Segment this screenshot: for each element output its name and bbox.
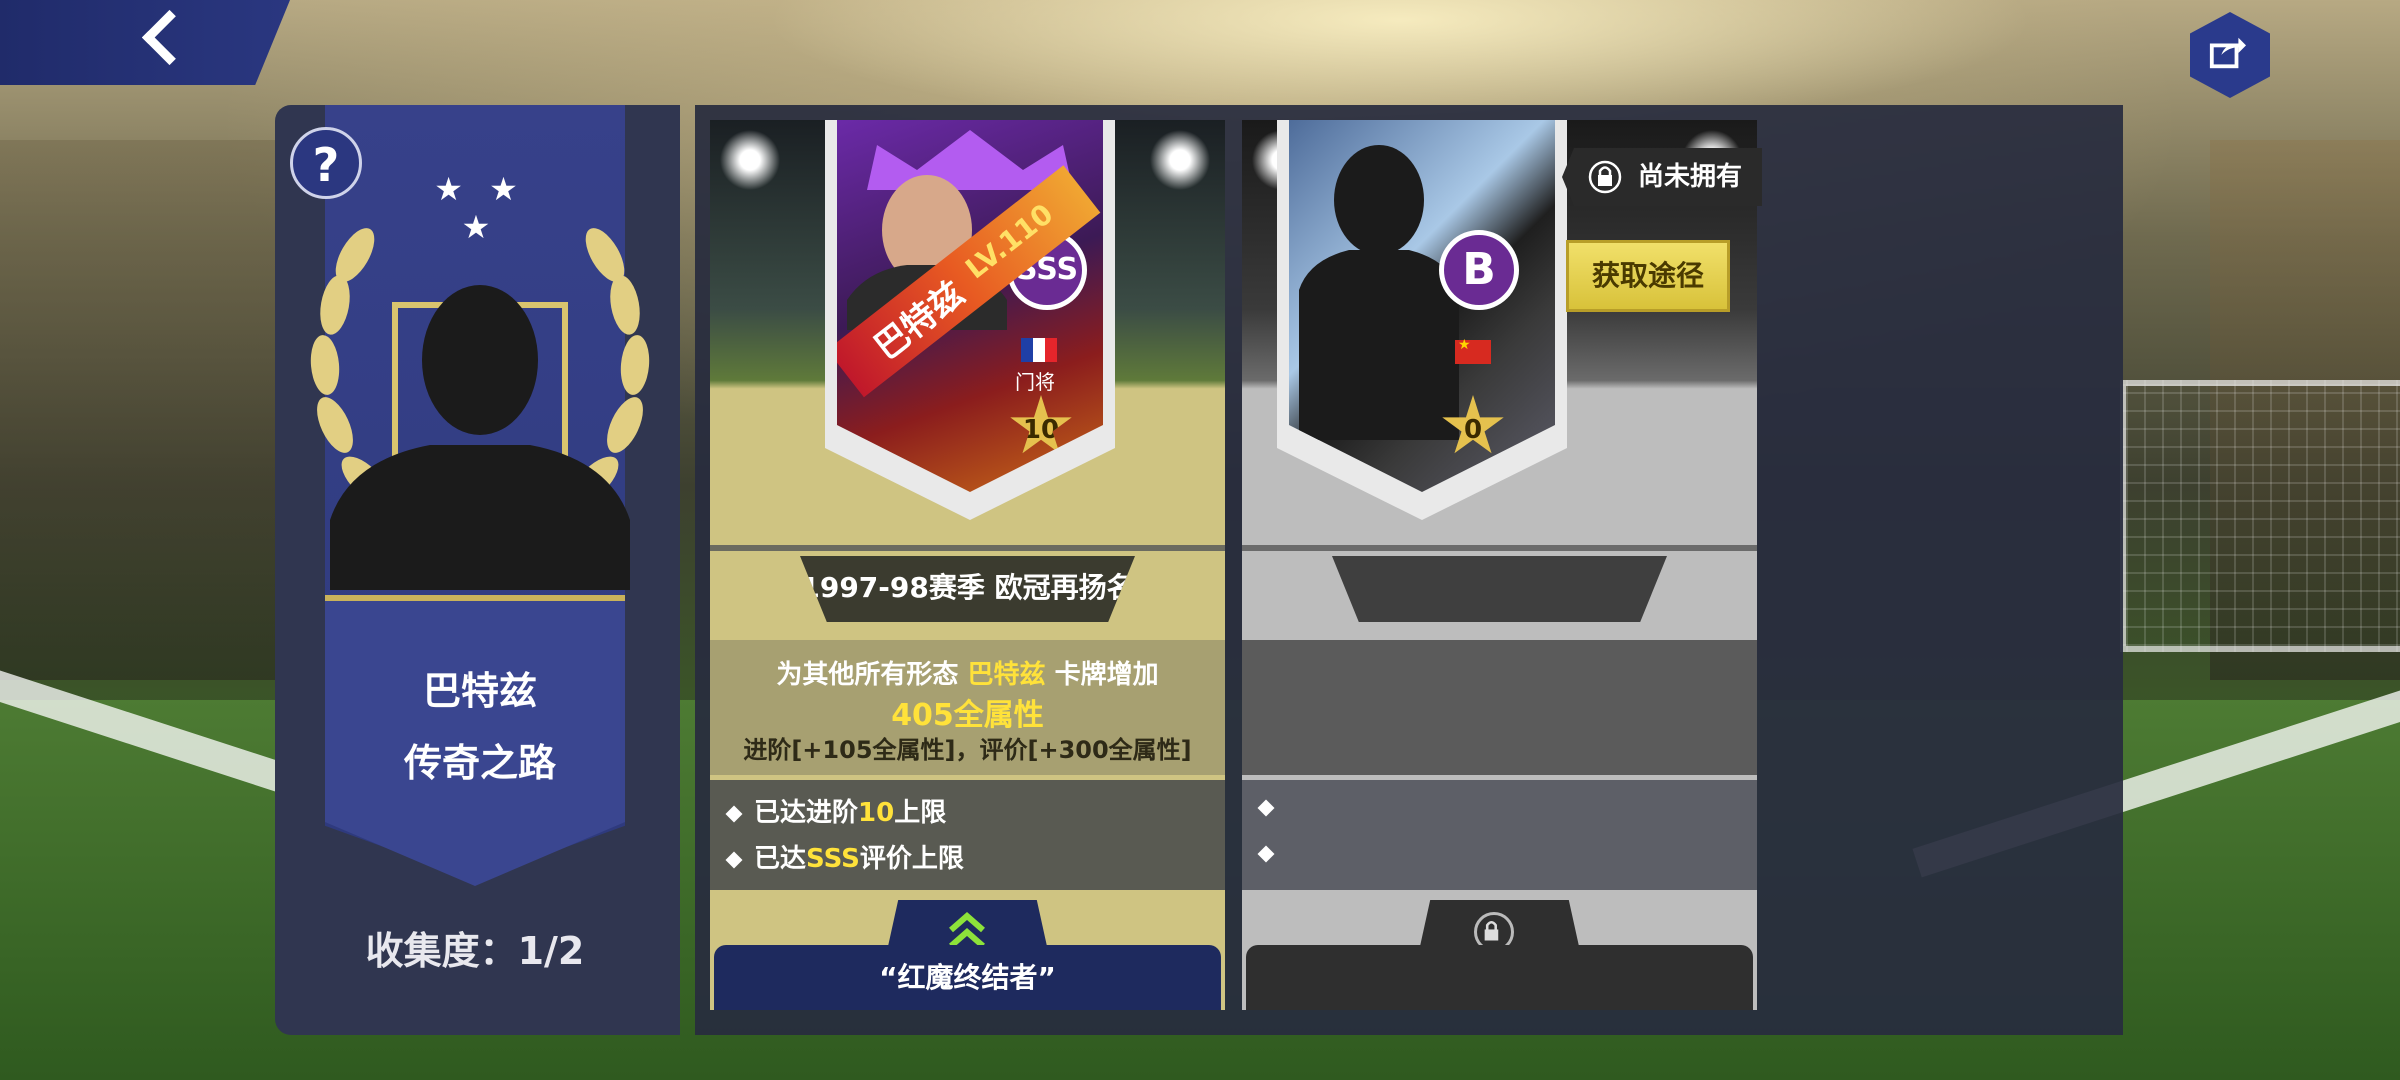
collection-progress: 收集度：1/2 bbox=[365, 929, 585, 973]
star-level-badge: 10 bbox=[1010, 395, 1072, 454]
player-card-art: SSS 巴特兹 LV.110 门将 10 bbox=[837, 120, 1103, 492]
bullet-icon bbox=[1257, 845, 1275, 862]
set-player-name: 巴特兹 bbox=[422, 669, 537, 713]
player-position: 门将 bbox=[1015, 370, 1055, 394]
crowd-left bbox=[0, 140, 290, 680]
help-button[interactable]: ? bbox=[290, 127, 362, 199]
get-path-button[interactable]: 获取途径 bbox=[1566, 240, 1730, 312]
season-title-empty bbox=[1332, 556, 1667, 622]
player-card[interactable]: SSS 巴特兹 LV.110 门将 10 bbox=[825, 120, 1115, 520]
locked-card-art: B 0 bbox=[1289, 120, 1555, 492]
back-arrow-icon bbox=[141, 9, 198, 66]
season-title: 1997-98赛季 欧冠再扬名 bbox=[800, 556, 1135, 622]
bullet-icon bbox=[725, 851, 743, 868]
bonus-suffix: 卡牌增加 bbox=[1054, 660, 1159, 690]
not-owned-label: 尚未拥有 bbox=[1562, 148, 1762, 206]
not-owned-text: 尚未拥有 bbox=[1638, 162, 1743, 192]
bullet-icon bbox=[725, 805, 743, 822]
conditions-list: 已达进阶10上限 已达SSS评价上限 bbox=[710, 780, 1225, 890]
condition-rating: 已达SSS评价上限 bbox=[725, 838, 964, 875]
divider bbox=[1242, 545, 1757, 551]
china-flag-icon bbox=[1455, 337, 1491, 364]
bonus-value: 405全属性 bbox=[891, 698, 1044, 733]
player-silhouette-icon bbox=[1299, 145, 1459, 440]
bullet-icon bbox=[1257, 799, 1275, 816]
condition-empty bbox=[1257, 792, 1286, 822]
goal-net bbox=[2120, 380, 2400, 652]
bonus-detail: 进阶[+105全属性]，评价[+300全属性] bbox=[743, 736, 1192, 764]
card-column-owned[interactable]: SSS 巴特兹 LV.110 门将 10 1997-98赛季 欧冠再扬名 为其他… bbox=[710, 120, 1225, 1010]
locked-player-card[interactable]: B 0 bbox=[1277, 120, 1567, 520]
back-button[interactable] bbox=[0, 0, 290, 85]
skill-title[interactable]: “红魔终结者” bbox=[714, 945, 1221, 1010]
rank-badge: B bbox=[1439, 230, 1519, 310]
bonus-player-name: 巴特兹 bbox=[967, 660, 1046, 690]
bonus-description: 为其他所有形态 巴特兹 卡牌增加 405全属性 进阶[+105全属性]，评价[+… bbox=[710, 640, 1225, 775]
player-silhouette-icon bbox=[330, 285, 630, 590]
skill-title-locked[interactable] bbox=[1246, 945, 1753, 1010]
bonus-line-1: 为其他所有形态 巴特兹 卡牌增加 bbox=[710, 654, 1225, 691]
bonus-prefix: 为其他所有形态 bbox=[776, 660, 959, 690]
condition-advance: 已达进阶10上限 bbox=[725, 792, 946, 829]
condition-empty bbox=[1257, 838, 1286, 868]
conditions-list-empty bbox=[1242, 780, 1757, 890]
share-icon bbox=[2209, 37, 2246, 69]
france-flag-icon bbox=[1021, 338, 1057, 362]
lock-icon bbox=[1588, 160, 1622, 194]
bonus-description-empty bbox=[1242, 640, 1757, 775]
set-series-name: 传奇之路 bbox=[403, 741, 556, 785]
set-name: 巴特兹 传奇之路 bbox=[330, 655, 630, 799]
divider bbox=[710, 545, 1225, 551]
